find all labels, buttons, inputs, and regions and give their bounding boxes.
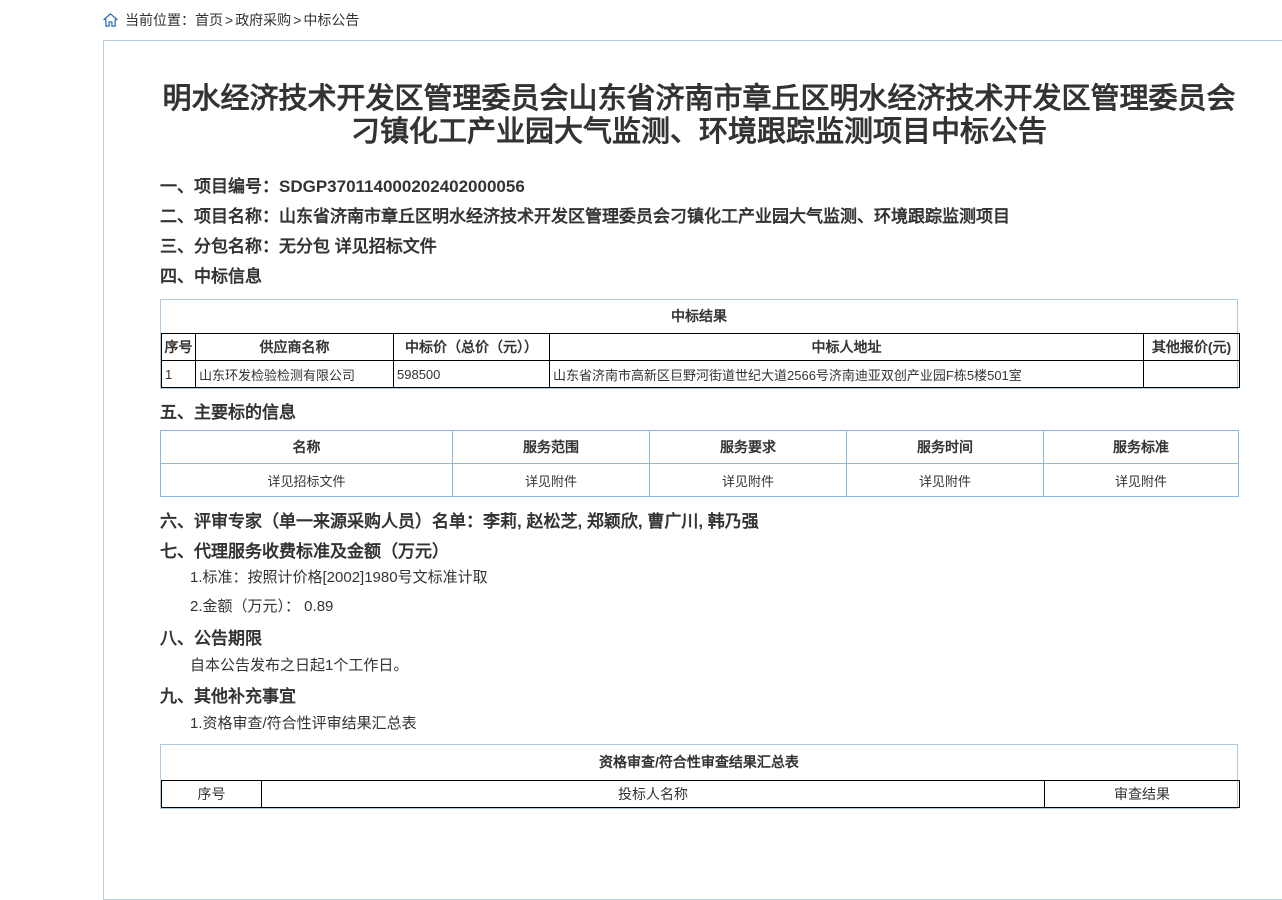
section-experts-heading: 六、评审专家（单一来源采购人员）名单：李莉, 赵松芝, 郑颖欣, 曹广川, 韩乃… <box>160 512 1238 532</box>
other-item-text: 1.资格审查/符合性评审结果汇总表 <box>190 714 1238 734</box>
table-row: 1 山东环发检验检测有限公司 598500 山东省济南市高新区巨野河街道世纪大道… <box>162 361 1240 388</box>
award-cell-index: 1 <box>162 361 196 388</box>
subject-col-requirement: 服务要求 <box>650 431 847 464</box>
review-table-wrapper: 资格审查/符合性审查结果汇总表 序号 投标人名称 审查结果 <box>160 744 1238 809</box>
section-agency-heading: 七、代理服务收费标准及金额（万元） <box>160 542 1238 562</box>
award-cell-price: 598500 <box>394 361 550 388</box>
agency-standard-text: 1.标准：按照计价格[2002]1980号文标准计取 <box>190 568 1238 588</box>
section-project-name: 二、项目名称：山东省济南市章丘区明水经济技术开发区管理委员会刁镇化工产业园大气监… <box>160 207 1238 227</box>
subject-cell-time: 详见附件 <box>847 464 1044 497</box>
project-name-value: 山东省济南市章丘区明水经济技术开发区管理委员会刁镇化工产业园大气监测、环境跟踪监… <box>279 207 1010 226</box>
subject-cell-name: 详见招标文件 <box>161 464 453 497</box>
review-table-title: 资格审查/符合性审查结果汇总表 <box>161 745 1237 780</box>
subject-col-standard: 服务标准 <box>1044 431 1239 464</box>
award-col-index: 序号 <box>162 334 196 361</box>
project-name-label: 二、项目名称： <box>160 207 279 226</box>
home-icon <box>103 13 118 27</box>
subject-cell-standard: 详见附件 <box>1044 464 1239 497</box>
award-cell-supplier: 山东环发检验检测有限公司 <box>196 361 394 388</box>
project-number-label: 一、项目编号： <box>160 177 279 196</box>
subject-col-time: 服务时间 <box>847 431 1044 464</box>
announcement-page: { "colors": { "accent_blue": "#3374b8", … <box>0 0 1282 793</box>
breadcrumb-current-link[interactable]: 中标公告 <box>303 10 359 30</box>
review-col-result: 审查结果 <box>1045 781 1240 808</box>
award-cell-address: 山东省济南市高新区巨野河街道世纪大道2566号济南迪亚双创产业园F栋5楼501室 <box>550 361 1144 388</box>
breadcrumb-separator: > <box>293 12 301 28</box>
breadcrumb-category-link[interactable]: 政府采购 <box>235 10 291 30</box>
award-cell-other-bid <box>1144 361 1240 388</box>
breadcrumb-home-link[interactable]: 首页 <box>195 10 223 30</box>
subpackage-label: 三、分包名称： <box>160 237 279 256</box>
subject-cell-scope: 详见附件 <box>453 464 650 497</box>
award-col-other-bid: 其他报价(元) <box>1144 334 1240 361</box>
breadcrumb: 当前位置： 首页 > 政府采购 > 中标公告 <box>103 10 359 30</box>
subpackage-value: 无分包 详见招标文件 <box>279 237 437 256</box>
section-period-heading: 八、公告期限 <box>160 629 1238 649</box>
page-title: 明水经济技术开发区管理委员会山东省济南市章丘区明水经济技术开发区管理委员会刁镇化… <box>160 83 1238 149</box>
period-text: 自本公告发布之日起1个工作日。 <box>190 656 1238 676</box>
review-col-bidder: 投标人名称 <box>262 781 1045 808</box>
subject-col-name: 名称 <box>161 431 453 464</box>
review-table-header-row: 序号 投标人名称 审查结果 <box>162 781 1240 808</box>
section-subpackage: 三、分包名称：无分包 详见招标文件 <box>160 237 1238 257</box>
subject-col-scope: 服务范围 <box>453 431 650 464</box>
award-table: 序号 供应商名称 中标价（总价（元）） 中标人地址 其他报价(元) 1 山东环发… <box>161 333 1240 388</box>
review-table: 序号 投标人名称 审查结果 <box>161 780 1240 808</box>
section-project-number: 一、项目编号：SDGP370114000202402000056 <box>160 177 1238 197</box>
breadcrumb-separator: > <box>225 12 233 28</box>
award-col-address: 中标人地址 <box>550 334 1144 361</box>
section-award-info-heading: 四、中标信息 <box>160 267 1238 287</box>
subject-table: 名称 服务范围 服务要求 服务时间 服务标准 详见招标文件 详见附件 详见附件 … <box>160 430 1239 497</box>
section-subject-heading: 五、主要标的信息 <box>160 403 1238 423</box>
award-result-table-wrapper: 中标结果 序号 供应商名称 中标价（总价（元）） 中标人地址 其他报价(元) 1… <box>160 299 1238 389</box>
subject-cell-requirement: 详见附件 <box>650 464 847 497</box>
breadcrumb-label: 当前位置： <box>125 10 195 30</box>
project-number-value: SDGP370114000202402000056 <box>279 177 525 196</box>
award-col-price: 中标价（总价（元）） <box>394 334 550 361</box>
subject-table-header-row: 名称 服务范围 服务要求 服务时间 服务标准 <box>161 431 1239 464</box>
announcement-panel: 明水经济技术开发区管理委员会山东省济南市章丘区明水经济技术开发区管理委员会刁镇化… <box>103 40 1282 900</box>
review-col-index: 序号 <box>162 781 262 808</box>
award-table-title: 中标结果 <box>161 300 1237 333</box>
table-row: 详见招标文件 详见附件 详见附件 详见附件 详见附件 <box>161 464 1239 497</box>
award-col-supplier: 供应商名称 <box>196 334 394 361</box>
agency-amount-text: 2.金额（万元）： 0.89 <box>190 597 1238 617</box>
section-other-heading: 九、其他补充事宜 <box>160 687 1238 707</box>
award-table-header-row: 序号 供应商名称 中标价（总价（元）） 中标人地址 其他报价(元) <box>162 334 1240 361</box>
